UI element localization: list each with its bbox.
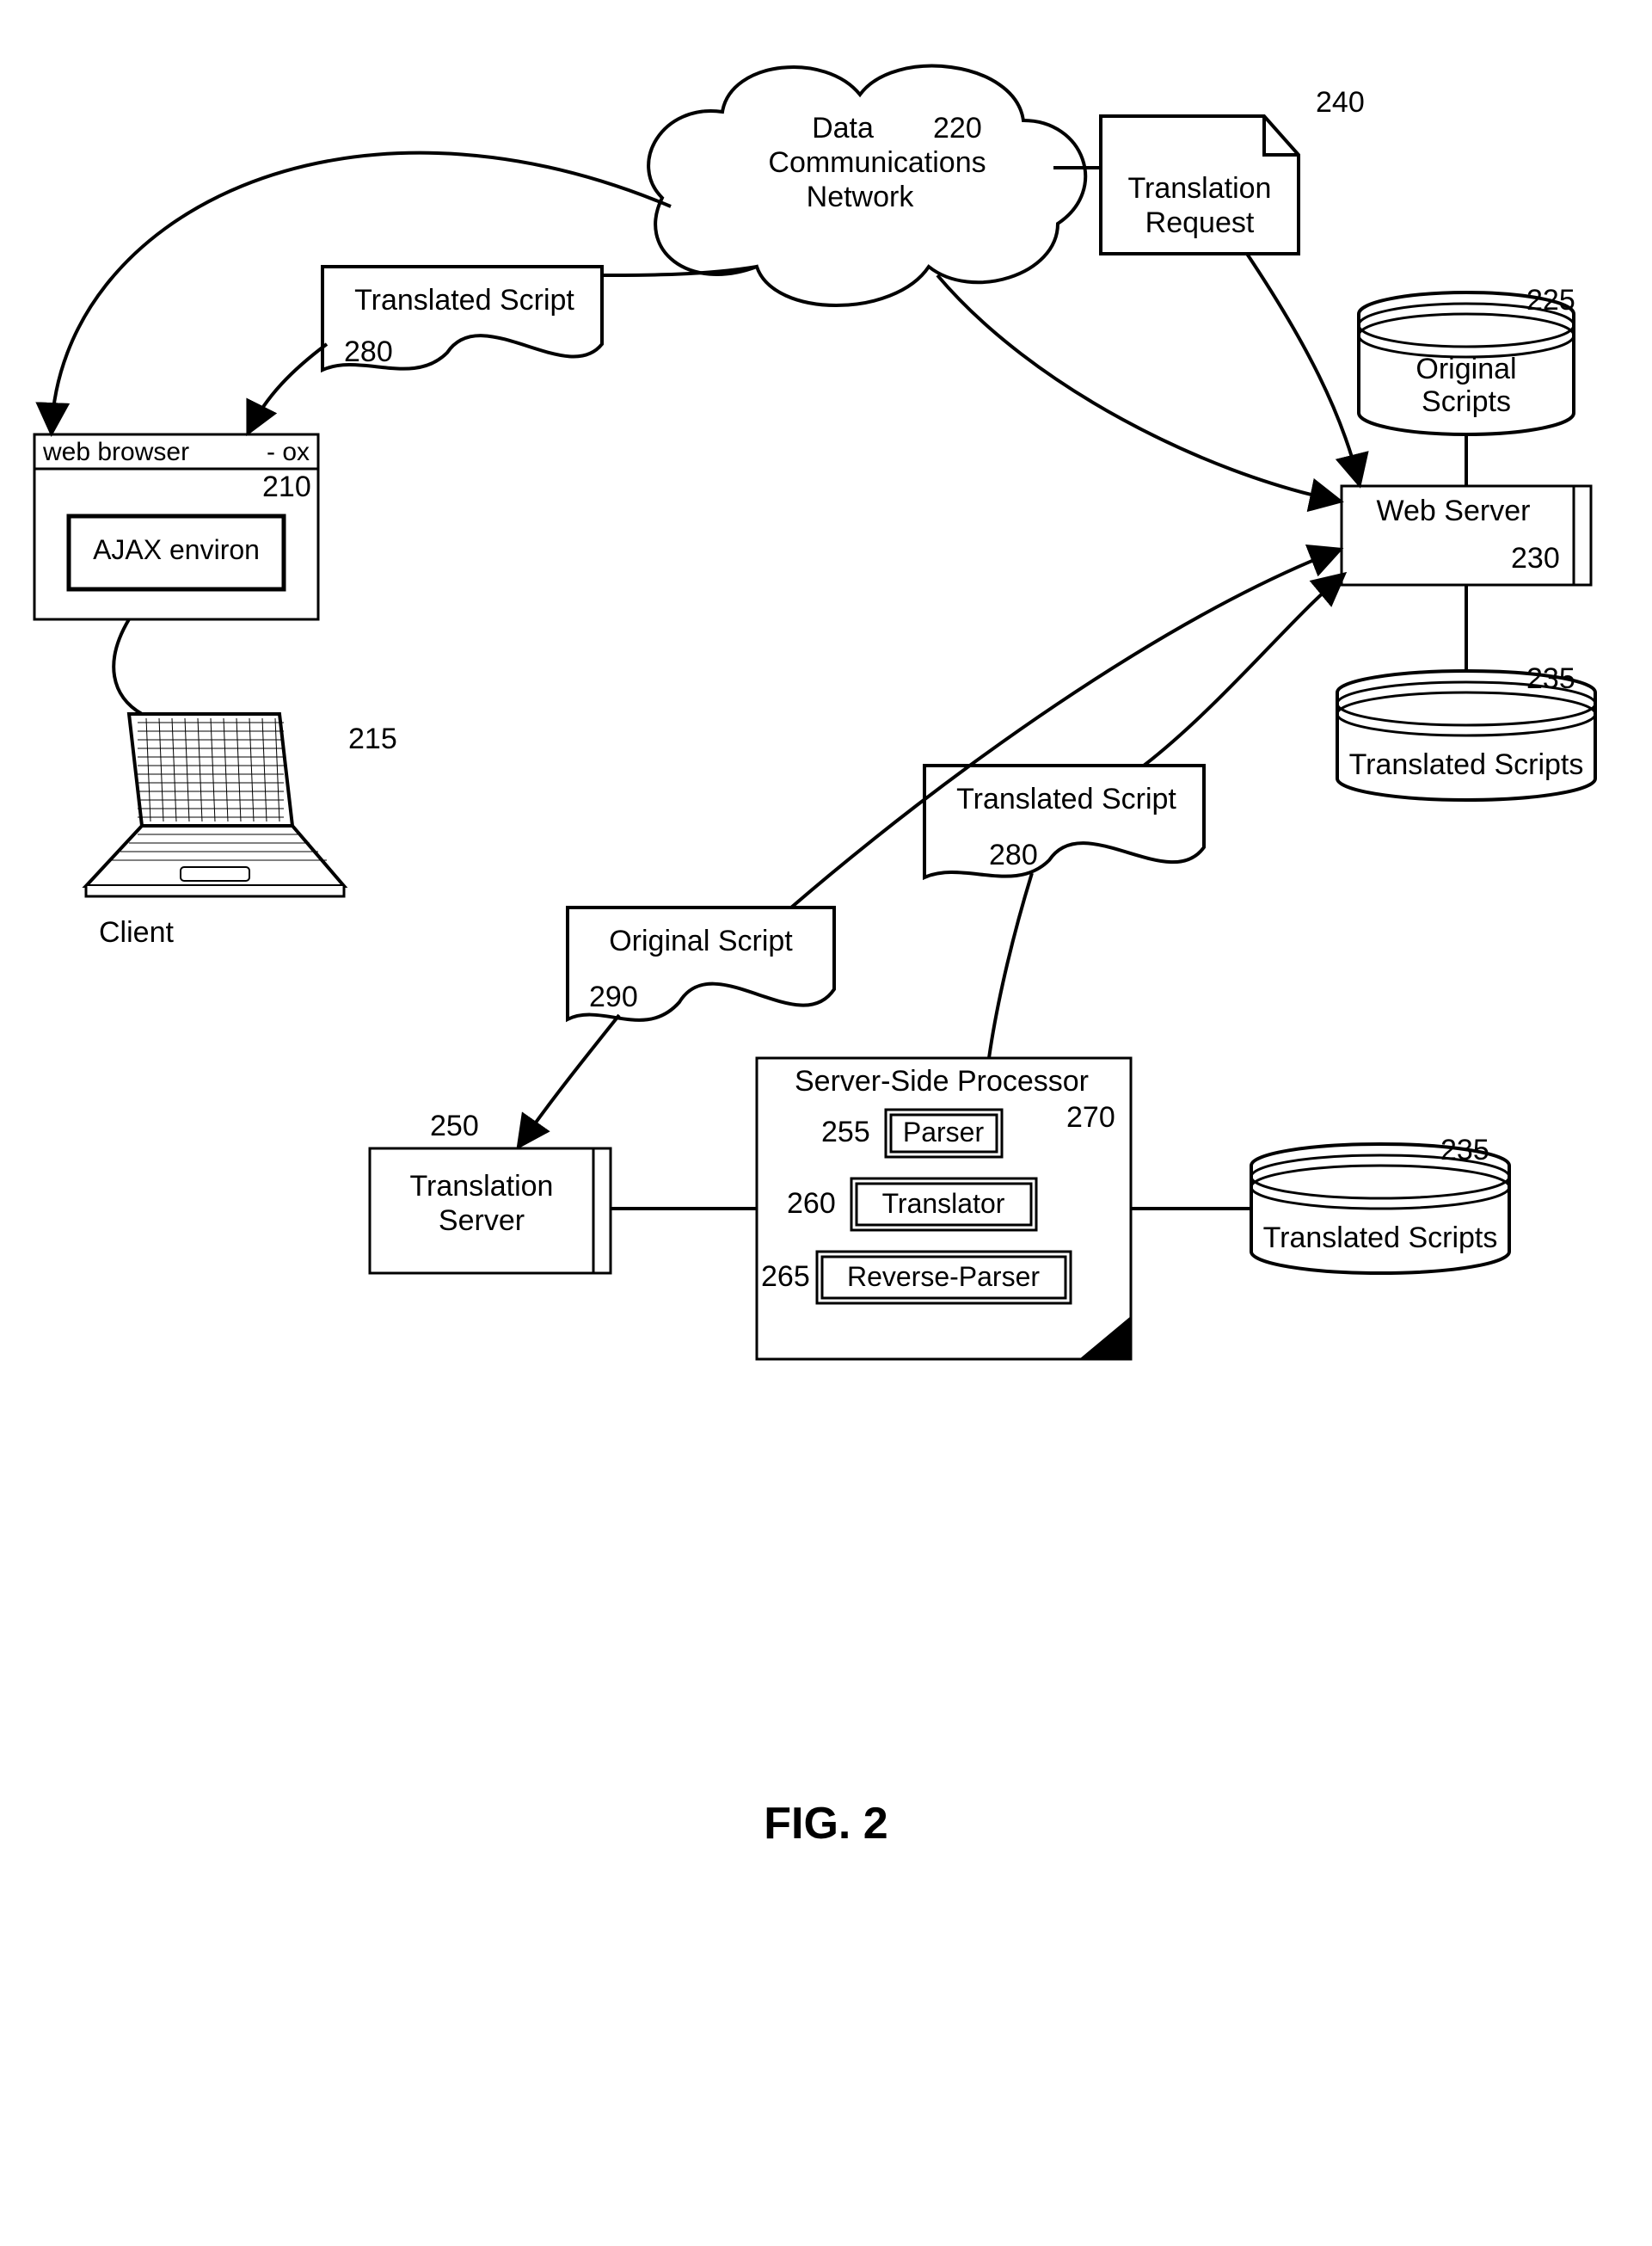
cloud-label-1: Data (812, 112, 874, 145)
client-ref: 215 (348, 723, 397, 755)
web-browser: web browser - ox 210 AJAX environ (34, 434, 318, 619)
server-side-processor: Server-Side Processor 270 Parser 255 Tra… (757, 1058, 1131, 1359)
translated-scripts-db1-label: Translated Scripts (1349, 748, 1584, 781)
translation-server-label-2: Server (439, 1204, 525, 1237)
cloud-ref: 220 (933, 112, 982, 145)
translation-request: Translation Request 240 (1101, 86, 1365, 254)
translator-label: Translator (882, 1188, 1005, 1219)
cloud-label-3: Network (807, 181, 915, 213)
web-server: Web Server 230 (1342, 486, 1591, 585)
web-server-ref: 230 (1511, 542, 1560, 575)
translation-request-label-2: Request (1145, 206, 1255, 239)
client-laptop: Client 215 (86, 714, 397, 949)
browser-win-controls: - ox (267, 438, 310, 466)
original-scripts-label-1: Original (1416, 353, 1516, 385)
translator-ref: 260 (787, 1187, 836, 1220)
translated-script-2-label: Translated Script (956, 783, 1176, 815)
browser-title: web browser (42, 438, 189, 466)
translated-script-2-ref: 280 (989, 839, 1038, 871)
browser-ref: 210 (262, 471, 311, 503)
parser-ref: 255 (821, 1116, 870, 1148)
reverse-parser-ref: 265 (761, 1260, 810, 1293)
browser-inner-label: AJAX environ (93, 534, 260, 565)
web-server-label: Web Server (1377, 495, 1531, 527)
translated-scripts-db-1: Translated Scripts 235 (1337, 662, 1595, 800)
translated-script-1-label: Translated Script (354, 284, 574, 317)
original-script-label: Original Script (609, 925, 793, 957)
processor-ref: 270 (1066, 1101, 1115, 1134)
processor-title: Server-Side Processor (795, 1065, 1089, 1098)
translated-script-1-ref: 280 (344, 335, 393, 368)
original-scripts-ref: 225 (1526, 284, 1575, 317)
original-scripts-db: Original Scripts 225 (1359, 284, 1575, 434)
translated-scripts-db2-label: Translated Scripts (1263, 1221, 1498, 1254)
client-label: Client (99, 916, 174, 949)
translated-scripts-db2-ref: 235 (1440, 1134, 1489, 1166)
original-script-doc: Original Script 290 (568, 908, 834, 1020)
original-script-ref: 290 (589, 981, 638, 1013)
original-scripts-label-2: Scripts (1422, 385, 1511, 418)
translated-scripts-db-2: Translated Scripts 235 (1251, 1134, 1509, 1273)
translation-request-ref: 240 (1316, 86, 1365, 119)
translated-script-doc-1: Translated Script 280 (322, 267, 602, 370)
figure-caption: FIG. 2 (0, 1798, 1652, 1849)
cloud-label-2: Communications (768, 146, 986, 179)
diagram-canvas: Data Communications Network 220 Translat… (0, 0, 1652, 2246)
cloud-network: Data Communications Network 220 (648, 66, 1085, 305)
parser-label: Parser (903, 1117, 985, 1148)
translation-server-label-1: Translation (410, 1170, 554, 1203)
translation-server-ref: 250 (430, 1110, 479, 1142)
reverse-parser-label: Reverse-Parser (847, 1261, 1040, 1292)
translated-script-doc-2: Translated Script 280 (924, 766, 1204, 877)
translation-server: Translation Server 250 (370, 1110, 611, 1273)
translation-request-label-1: Translation (1128, 172, 1272, 205)
translated-scripts-db1-ref: 235 (1526, 662, 1575, 695)
